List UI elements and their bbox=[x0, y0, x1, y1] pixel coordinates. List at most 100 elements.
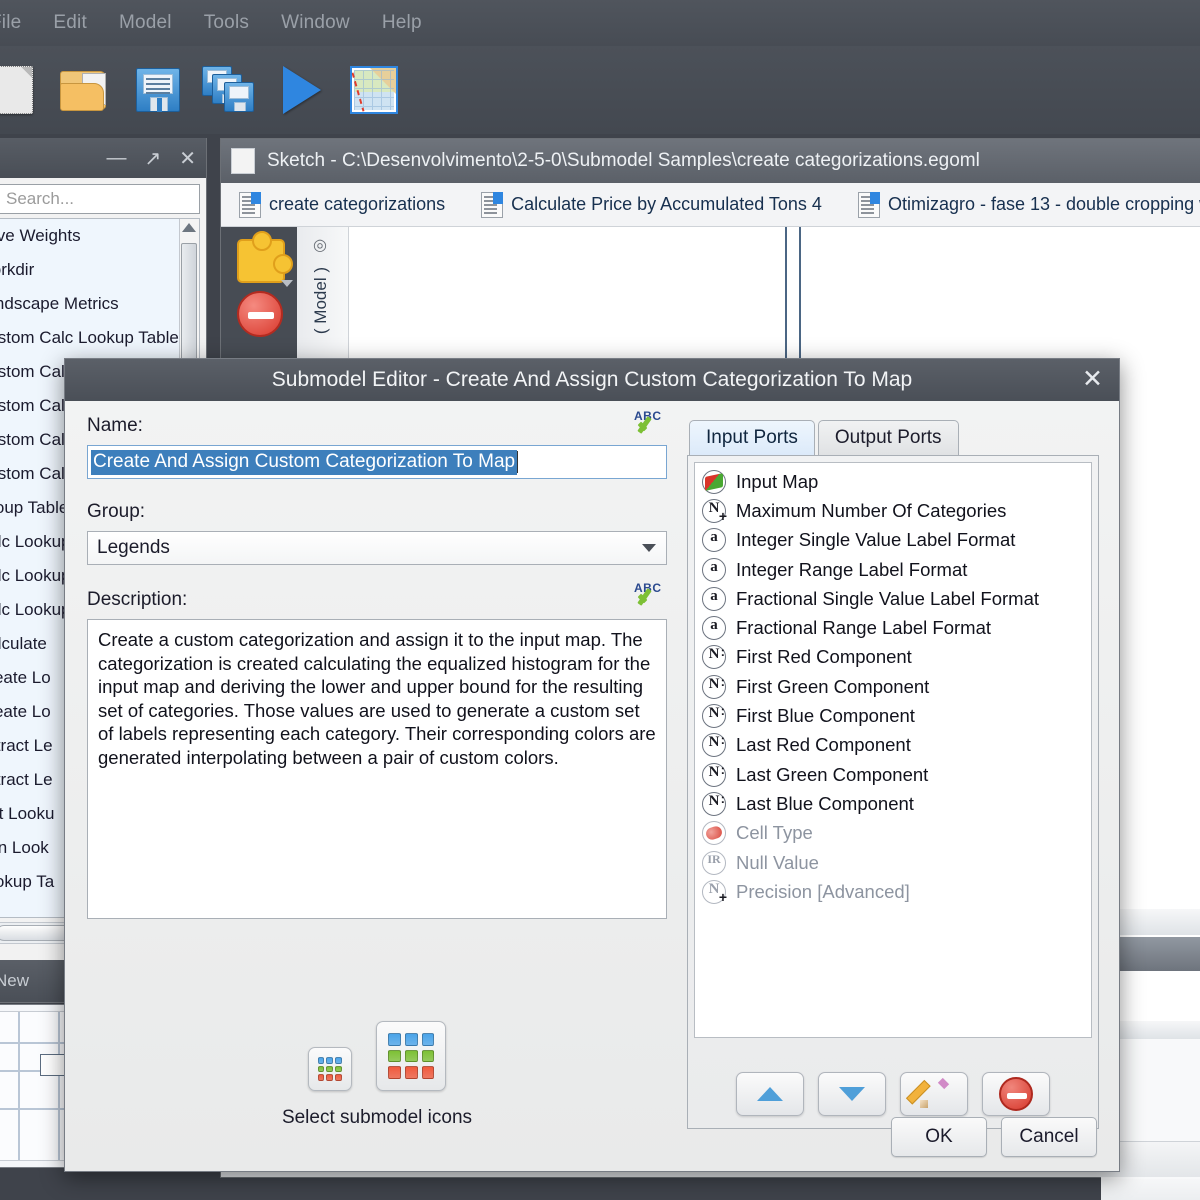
ports-list[interactable]: Input Map N + Maximum Number Of Categories a… bbox=[694, 462, 1092, 1038]
close-icon[interactable]: ✕ bbox=[1082, 367, 1103, 392]
port-list-item[interactable]: N: Last Blue Component bbox=[701, 789, 1091, 818]
port-list-item-label: Fractional Single Value Label Format bbox=[736, 587, 1040, 609]
submodel-puzzle-button[interactable] bbox=[237, 231, 293, 287]
tool-list-item[interactable]: Workdir bbox=[0, 253, 199, 287]
port-list-item-label: Fractional Range Label Format bbox=[736, 617, 992, 639]
description-label: Description: bbox=[87, 589, 188, 610]
chevron-down-icon bbox=[281, 280, 293, 287]
menu-edit[interactable]: Edit bbox=[37, 12, 103, 34]
pin-icon[interactable]: ◎ bbox=[313, 235, 331, 254]
string-port-icon: a bbox=[701, 557, 727, 582]
submodel-icons-caption: Select submodel icons bbox=[281, 1107, 473, 1128]
menu-window[interactable]: Window bbox=[265, 12, 366, 34]
string-port-icon: a bbox=[701, 616, 727, 641]
grid-cell bbox=[404, 1049, 418, 1063]
port-list-item[interactable]: N: Last Red Component bbox=[701, 731, 1091, 760]
delete-button[interactable] bbox=[982, 1072, 1050, 1116]
edit-button[interactable] bbox=[900, 1072, 968, 1116]
number-port-icon: N: bbox=[701, 645, 727, 670]
grid-9-small-icon-button[interactable] bbox=[307, 1047, 352, 1091]
connector-wire bbox=[799, 227, 801, 375]
number-port-icon: N: bbox=[701, 733, 727, 758]
minimap-line bbox=[18, 1012, 20, 1160]
map-view-icon bbox=[350, 66, 398, 114]
sketch-tab-1[interactable]: Calculate Price by Accumulated Tons 4 bbox=[463, 191, 840, 218]
menu-model[interactable]: Model bbox=[103, 12, 188, 34]
grid-cell bbox=[388, 1049, 401, 1063]
submodel-icons-zone: Select submodel icons bbox=[87, 1021, 667, 1129]
group-select[interactable]: Legends bbox=[87, 531, 667, 565]
port-list-item-label: Last Green Component bbox=[736, 763, 929, 785]
move-up-button[interactable] bbox=[736, 1072, 804, 1116]
tab-output-ports[interactable]: Output Ports bbox=[817, 420, 959, 455]
port-list-item[interactable]: a Fractional Single Value Label Format bbox=[701, 584, 1091, 613]
move-down-button[interactable] bbox=[818, 1072, 886, 1116]
sketch-tab-label: Calculate Price by Accumulated Tons 4 bbox=[511, 194, 822, 214]
grid-cell bbox=[388, 1033, 401, 1046]
tool-list-item[interactable]: Custom Calc Lookup Table In... bbox=[0, 321, 199, 355]
tab-input-ports[interactable]: Input Ports bbox=[689, 420, 815, 455]
new-document-button[interactable] bbox=[0, 54, 50, 126]
scroll-up-icon[interactable] bbox=[182, 223, 196, 232]
cell-type-port-icon bbox=[701, 821, 727, 846]
ok-button[interactable]: OK bbox=[891, 1117, 987, 1157]
stop-button[interactable] bbox=[237, 291, 283, 337]
real-port-icon: IR bbox=[701, 850, 727, 875]
port-list-item[interactable]: N: Last Green Component bbox=[701, 760, 1091, 789]
sketch-window-title: Sketch - C:\Desenvolvimento\2-5-0\Submod… bbox=[267, 150, 980, 171]
port-list-item[interactable]: a Fractional Range Label Format bbox=[701, 613, 1091, 642]
port-list-item[interactable]: N: First Blue Component bbox=[701, 701, 1091, 730]
string-port-icon: a bbox=[701, 528, 727, 553]
tool-list-item[interactable]: Landscape Metrics bbox=[0, 287, 199, 321]
maximize-icon[interactable]: ↗ bbox=[140, 146, 165, 171]
name-input-value: Create And Assign Custom Categorization … bbox=[91, 449, 518, 475]
dialog-body: Name: ABC Create And Assign Custom Categ… bbox=[65, 401, 1119, 1171]
model-strip: ◎ ( Model ) bbox=[297, 227, 349, 367]
spellcheck-abc-icon[interactable]: ABC bbox=[631, 409, 665, 439]
port-list-item-label: Input Map bbox=[736, 470, 819, 492]
grid-cell bbox=[335, 1074, 342, 1081]
description-textarea[interactable]: Create a custom categorization and assig… bbox=[87, 619, 667, 919]
port-list-item-label: Precision [Advanced] bbox=[736, 880, 910, 902]
tool-list-item[interactable]: Save Weights bbox=[0, 219, 199, 253]
dialog-title: Submodel Editor - Create And Assign Cust… bbox=[271, 368, 913, 391]
sketch-window-icon bbox=[231, 148, 255, 174]
port-list-item[interactable]: IR Null Value bbox=[701, 848, 1091, 877]
cancel-button[interactable]: Cancel bbox=[1001, 1117, 1097, 1157]
save-all-icon bbox=[202, 66, 258, 114]
save-all-button[interactable] bbox=[194, 54, 266, 126]
port-list-item[interactable]: N + Maximum Number Of Categories bbox=[701, 496, 1091, 525]
menu-help[interactable]: Help bbox=[366, 12, 438, 34]
grid-9-large-icon-button[interactable] bbox=[376, 1021, 447, 1091]
grid-cell bbox=[421, 1033, 435, 1046]
integer-port-icon: N + bbox=[701, 879, 727, 905]
spellcheck-abc-icon[interactable]: ABC bbox=[631, 581, 665, 611]
menu-tools[interactable]: Tools bbox=[188, 12, 265, 34]
map-view-button[interactable] bbox=[338, 54, 410, 126]
open-folder-button[interactable] bbox=[50, 54, 122, 126]
run-button[interactable] bbox=[266, 54, 338, 126]
tool-panel-tab-new[interactable]: New bbox=[0, 971, 29, 991]
port-list-item[interactable]: a Integer Single Value Label Format bbox=[701, 526, 1091, 555]
tool-search-input[interactable]: Search... bbox=[0, 184, 200, 214]
port-list-item[interactable]: Cell Type bbox=[701, 819, 1091, 848]
triangle-up-icon bbox=[757, 1087, 783, 1101]
panel-fragment bbox=[1101, 1179, 1200, 1200]
close-icon[interactable]: ✕ bbox=[175, 146, 200, 171]
ports-action-buttons bbox=[694, 1072, 1092, 1120]
save-button[interactable] bbox=[122, 54, 194, 126]
name-input[interactable]: Create And Assign Custom Categorization … bbox=[87, 445, 667, 479]
menu-file[interactable]: File bbox=[0, 12, 37, 34]
minimize-icon[interactable]: — bbox=[102, 147, 130, 170]
sketch-tab-2[interactable]: Otimizagro - fase 13 - double cropping w bbox=[840, 191, 1200, 218]
port-list-item[interactable]: N: First Red Component bbox=[701, 643, 1091, 672]
sketch-vertical-toolbar bbox=[221, 227, 297, 359]
port-list-item[interactable]: a Integer Range Label Format bbox=[701, 555, 1091, 584]
port-list-item[interactable]: Input Map bbox=[701, 467, 1091, 496]
model-file-icon bbox=[481, 191, 504, 218]
grid-cell bbox=[317, 1065, 325, 1073]
port-list-item[interactable]: N + Precision [Advanced] bbox=[701, 877, 1091, 906]
string-port-icon: a bbox=[701, 586, 727, 611]
sketch-tab-0[interactable]: create categorizations bbox=[221, 191, 463, 218]
port-list-item[interactable]: N: First Green Component bbox=[701, 672, 1091, 701]
